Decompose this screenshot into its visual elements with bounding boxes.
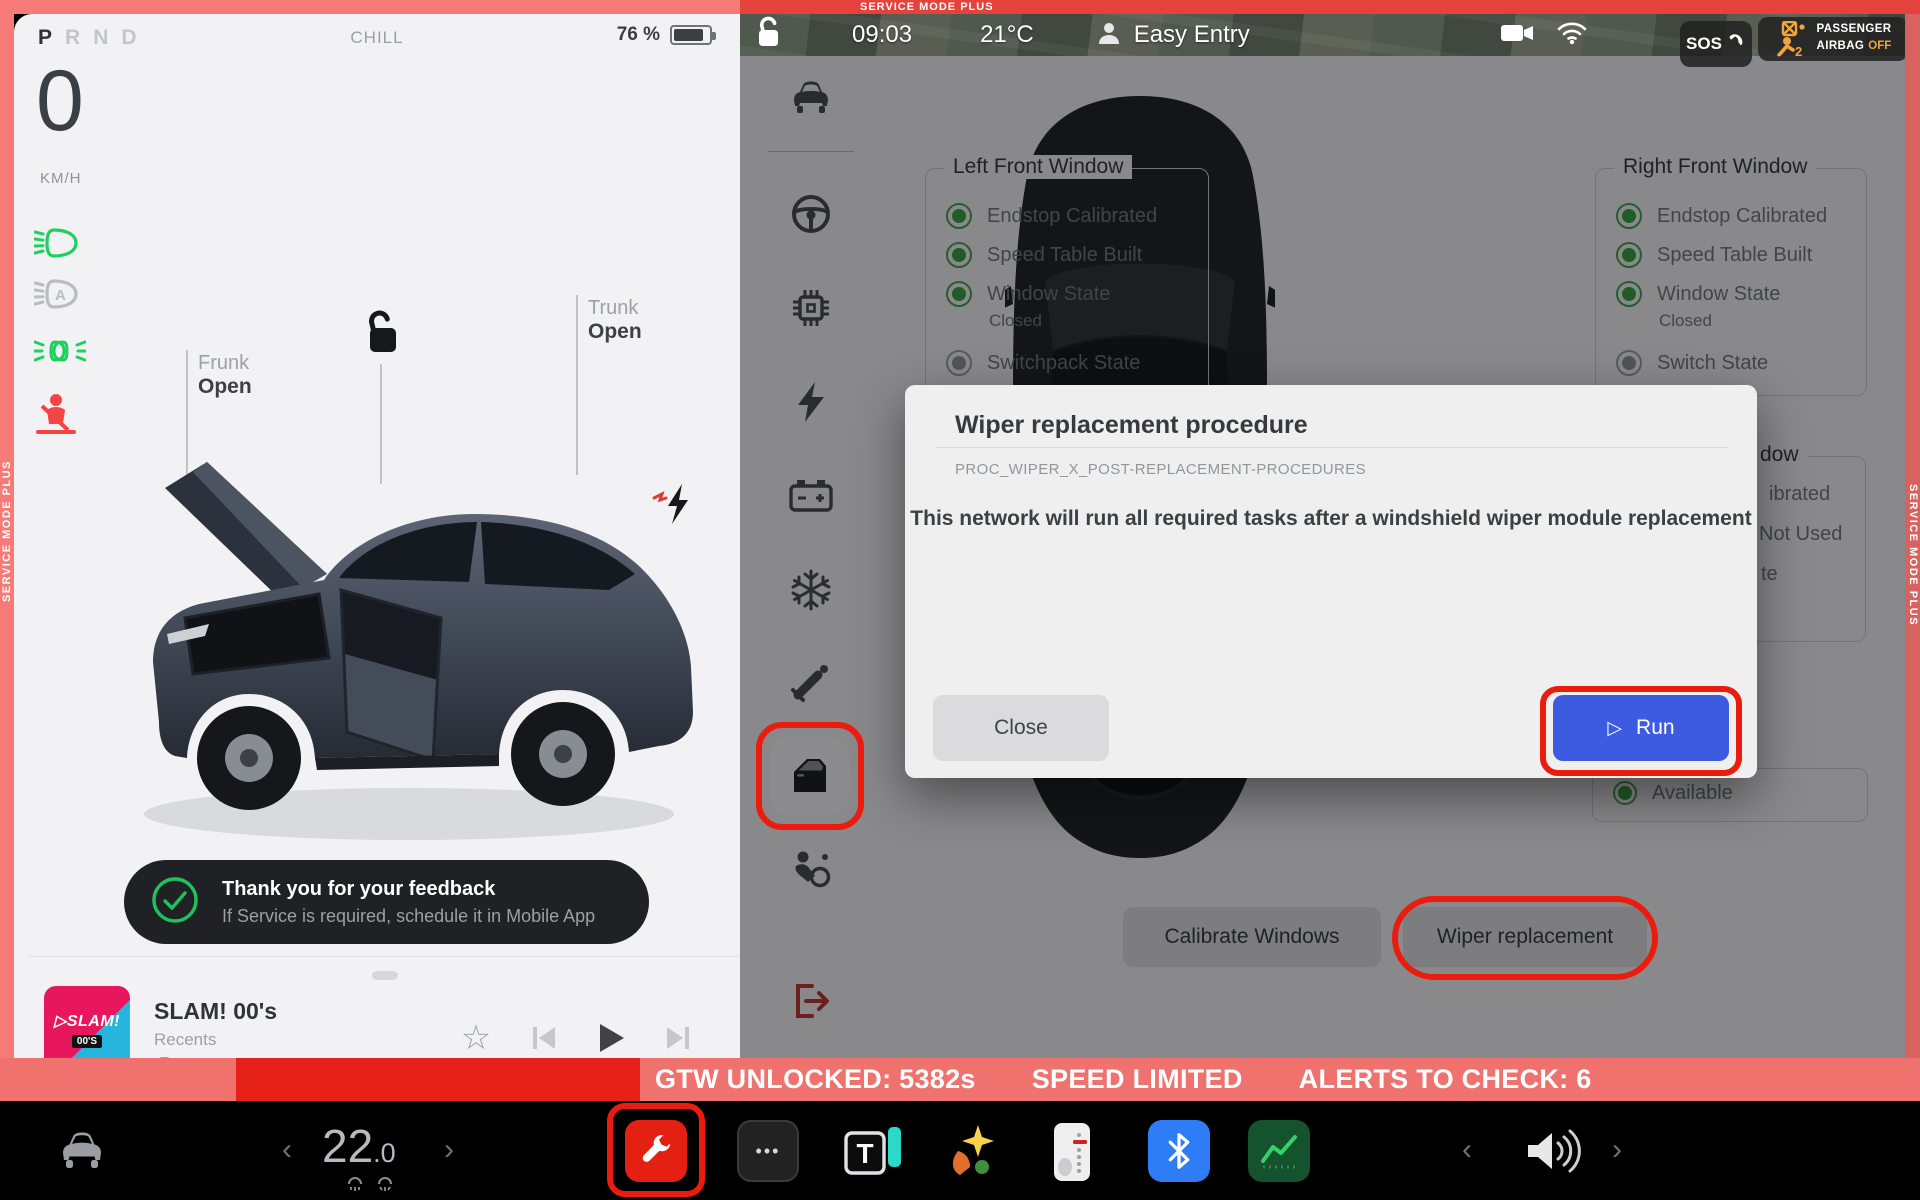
bluetooth-icon bbox=[1164, 1131, 1194, 1171]
airbag-warning-icon: 2 bbox=[1775, 21, 1809, 57]
gtw-unlocked-status: GTW UNLOCKED: 5382s bbox=[655, 1064, 976, 1095]
airbag-line2: AIRBAG bbox=[1817, 40, 1865, 52]
dialog-description: This network will run all required tasks… bbox=[905, 507, 1757, 531]
temp-up-button[interactable]: › bbox=[444, 1133, 454, 1167]
trunk-label: Trunk Open bbox=[588, 297, 642, 344]
dialog-divider bbox=[935, 447, 1727, 448]
position-lights-icon bbox=[34, 334, 80, 370]
service-mode-right-label: SERVICE MODE PLUS bbox=[1907, 484, 1919, 626]
service-mode-right-border: SERVICE MODE PLUS bbox=[1905, 14, 1920, 1058]
alerts-to-check-status: ALERTS TO CHECK: 6 bbox=[1299, 1064, 1592, 1095]
frunk-label: Frunk Open bbox=[198, 352, 252, 399]
album-name: SLAM! bbox=[67, 1013, 120, 1030]
play-button[interactable] bbox=[588, 1016, 632, 1060]
bluetooth-app-button[interactable] bbox=[1148, 1120, 1210, 1182]
holiday-star-icon bbox=[944, 1123, 1002, 1179]
check-circle-icon bbox=[150, 875, 200, 930]
temp-down-button[interactable]: ‹ bbox=[282, 1133, 292, 1167]
outside-temperature[interactable]: 21°C bbox=[980, 21, 1034, 49]
battery-icon bbox=[670, 25, 712, 45]
driver-profile-icon bbox=[1096, 20, 1122, 51]
svg-text:A: A bbox=[55, 287, 66, 304]
airbag-line1: PASSENGER bbox=[1817, 23, 1892, 36]
seatbelt-warning-icon bbox=[34, 392, 80, 428]
cabin-temperature[interactable]: 22.0 bbox=[322, 1119, 396, 1173]
auto-headlight-icon: A bbox=[34, 277, 80, 313]
service-mode-left-border: SERVICE MODE PLUS bbox=[0, 0, 14, 1101]
driver-profile-name[interactable]: Easy Entry bbox=[1134, 21, 1250, 49]
feedback-toast[interactable]: Thank you for your feedback If Service i… bbox=[124, 860, 649, 944]
charts-app-button[interactable] bbox=[1248, 1120, 1310, 1182]
clock[interactable]: 09:03 bbox=[852, 21, 912, 49]
dialog-procedure-code: PROC_WIPER_X_POST-REPLACEMENT-PROCEDURES bbox=[955, 461, 1366, 478]
unlocked-icon bbox=[754, 16, 784, 55]
toybox-app-button[interactable]: T bbox=[842, 1123, 904, 1184]
speed-unit: KM/H bbox=[40, 170, 82, 187]
speed-limited-status: SPEED LIMITED bbox=[1032, 1064, 1243, 1095]
climate-vent-icons[interactable] bbox=[346, 1175, 394, 1193]
service-mode-top-label: SERVICE MODE PLUS bbox=[860, 1, 994, 13]
battery-percent: 76 % bbox=[617, 24, 660, 46]
unlocked-padlock-icon bbox=[362, 308, 402, 363]
volume-button[interactable] bbox=[1520, 1123, 1584, 1184]
previous-track-button[interactable] bbox=[522, 1016, 566, 1060]
holiday-app-button[interactable] bbox=[944, 1123, 1002, 1184]
service-mode-top-border-left bbox=[0, 0, 740, 14]
car-icon bbox=[56, 1127, 108, 1171]
album-badge: 00'S bbox=[72, 1035, 102, 1048]
volume-down-button[interactable]: ‹ bbox=[1462, 1133, 1472, 1167]
airbag-state: OFF bbox=[1868, 40, 1891, 52]
chart-icon bbox=[1257, 1129, 1301, 1173]
svg-text:T: T bbox=[856, 1138, 873, 1169]
annotation-ring-door-tab bbox=[756, 722, 864, 830]
media-title: SLAM! 00's bbox=[154, 998, 277, 1025]
alert-banner-red-block bbox=[236, 1058, 640, 1101]
gauge-app-button[interactable] bbox=[1048, 1121, 1096, 1188]
dashcam-icon[interactable] bbox=[1500, 22, 1534, 49]
favorite-button[interactable]: ☆ bbox=[454, 1016, 498, 1060]
low-beam-icon bbox=[34, 226, 80, 262]
passenger-airbag-indicator: 2 PASSENGER AIRBAGOFF bbox=[1758, 17, 1908, 61]
next-track-button[interactable] bbox=[656, 1016, 700, 1060]
more-apps-button[interactable]: ••• bbox=[737, 1120, 799, 1182]
taskbar: ‹ 22.0 › ••• T ‹ › bbox=[0, 1101, 1920, 1200]
media-divider bbox=[28, 956, 754, 957]
wifi-icon[interactable] bbox=[1556, 21, 1588, 50]
toybox-icon: T bbox=[842, 1123, 904, 1179]
vehicle-3d-view[interactable] bbox=[89, 422, 719, 877]
speaker-icon bbox=[1520, 1123, 1584, 1179]
toast-subtitle: If Service is required, schedule it in M… bbox=[222, 906, 595, 927]
battery-status: 76 % bbox=[617, 24, 712, 46]
service-mode-left-label: SERVICE MODE PLUS bbox=[1, 460, 13, 602]
cluster-panel: P R N D CHILL 76 % 0 KM/H A Frunk Open bbox=[14, 14, 740, 1058]
sos-phone-icon bbox=[1726, 32, 1746, 57]
close-button[interactable]: Close bbox=[933, 695, 1109, 761]
service-alert-banner: GTW UNLOCKED: 5382s SPEED LIMITED ALERTS… bbox=[0, 1058, 1920, 1101]
speed-value: 0 bbox=[36, 58, 84, 144]
volume-up-button[interactable]: › bbox=[1612, 1133, 1622, 1167]
dialog-title: Wiper replacement procedure bbox=[955, 411, 1308, 440]
screen: P R N D CHILL 76 % 0 KM/H A Frunk Open bbox=[0, 0, 1920, 1200]
annotation-ring-run-button bbox=[1540, 686, 1742, 776]
charge-port-bolt-icon bbox=[652, 482, 698, 531]
media-subtitle: Recents bbox=[154, 1030, 216, 1050]
album-play-glyph: ▷ bbox=[54, 1013, 67, 1030]
media-drawer-handle[interactable] bbox=[372, 971, 398, 980]
annotation-ring-wiper-button bbox=[1392, 896, 1658, 980]
toast-title: Thank you for your feedback bbox=[222, 878, 595, 901]
annotation-ring-wrench-app bbox=[607, 1103, 705, 1197]
ellipsis-icon: ••• bbox=[756, 1141, 781, 1162]
gauge-icon bbox=[1048, 1121, 1096, 1183]
car-controls-button[interactable] bbox=[56, 1127, 108, 1176]
